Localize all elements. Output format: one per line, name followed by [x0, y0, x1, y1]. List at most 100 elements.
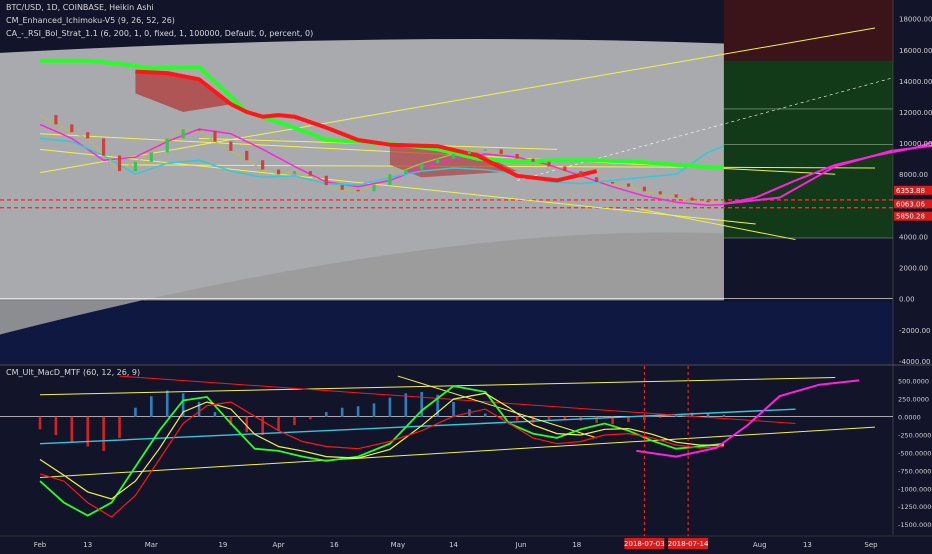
- price-candle: [117, 155, 122, 172]
- macd-histogram-bar: [340, 407, 344, 417]
- price-label: 6353.88: [896, 187, 925, 195]
- time-tick-label: Feb: [34, 541, 47, 549]
- macd-histogram-bar: [118, 416, 121, 438]
- price-candle: [690, 197, 694, 201]
- price-candle: [292, 171, 297, 175]
- symbol-title: BTC/USD, 1D, COINBASE, Heikin Ashi: [6, 3, 154, 12]
- price-candle: [133, 161, 138, 172]
- price-candle: [674, 194, 678, 198]
- macd-histogram-bar: [658, 416, 662, 418]
- time-tick-label: 13: [803, 541, 812, 549]
- price-candle: [515, 154, 519, 159]
- price-candle: [642, 186, 646, 192]
- time-tick-label: Apr: [273, 541, 285, 549]
- price-candle: [86, 132, 90, 139]
- price-candle: [467, 150, 472, 154]
- price-candle: [388, 174, 392, 186]
- price-candle: [308, 171, 312, 176]
- price-candle: [356, 189, 360, 192]
- macd-histogram-bar: [595, 416, 598, 423]
- price-candle: [483, 149, 487, 151]
- price-candle: [181, 129, 185, 139]
- price-candle: [531, 158, 535, 162]
- price-label: 5850.28: [896, 213, 925, 221]
- macd-histogram-bar: [54, 416, 58, 436]
- macd-histogram-bar: [293, 416, 296, 425]
- macd-histogram-bar: [150, 396, 153, 417]
- price-candle: [324, 175, 328, 186]
- macd-tick-label: -1250.0000: [898, 503, 932, 511]
- price-candle: [436, 158, 440, 164]
- macd-histogram-bar: [213, 412, 217, 417]
- price-candle: [165, 138, 169, 153]
- price-candle: [451, 154, 456, 159]
- macd-tick-label: 0.0000: [898, 413, 921, 421]
- price-candle: [245, 150, 249, 161]
- time-tick-label: Aug: [753, 541, 767, 549]
- macd-histogram-bar: [356, 406, 360, 417]
- macd-histogram-bar: [706, 413, 710, 417]
- price-candle: [658, 191, 662, 195]
- price-label: 6063.06: [896, 200, 925, 208]
- price-candle: [595, 177, 599, 182]
- price-tick-label: 4000.00: [899, 233, 928, 241]
- macd-histogram-bar: [38, 416, 42, 430]
- price-tick-label: 12000.00: [899, 109, 932, 117]
- time-tick-label: 16: [330, 541, 339, 549]
- price-candle: [404, 169, 408, 175]
- macd-tick-label: 500.0000: [898, 377, 929, 385]
- time-tick-label: Mar: [145, 541, 158, 549]
- macd-histogram-bar: [563, 416, 567, 420]
- macd-histogram-bar: [261, 416, 264, 436]
- price-candle: [340, 185, 344, 190]
- time-tick-label: May: [391, 541, 405, 549]
- price-candle: [579, 171, 583, 178]
- price-candle: [54, 115, 58, 125]
- macd-tick-label: -750.0000: [898, 467, 931, 475]
- date-marker-label: 2018-07-14: [668, 540, 709, 548]
- chart-svg: 18000.00 16000.00 14000.00 12000.00 10000.00…: [0, 0, 932, 550]
- price-tick-label: -2000.00: [899, 327, 930, 335]
- chart-stage: 18000.00 16000.00 14000.00 12000.00 10000.00…: [0, 0, 932, 550]
- price-candle: [420, 163, 424, 170]
- time-tick-label: Jun: [515, 541, 527, 549]
- macd-histogram-bar: [102, 416, 105, 451]
- macd-histogram-bar: [70, 416, 74, 442]
- time-tick-label: Sep: [864, 541, 878, 549]
- price-tick-label: 2000.00: [899, 265, 928, 273]
- macd-histogram-bar: [324, 412, 328, 417]
- price-candle: [229, 141, 233, 151]
- macd-histogram-bar: [547, 416, 551, 420]
- price-candle: [372, 185, 376, 192]
- macd-tick-label: -500.0000: [898, 449, 931, 457]
- volume-zone: [0, 301, 893, 364]
- macd-tick-label: -1000.0000: [898, 485, 932, 493]
- price-tick-label: 14000.00: [899, 78, 932, 86]
- macd-histogram-bar: [404, 393, 408, 417]
- macd-histogram-bar: [484, 413, 487, 417]
- macd-histogram-bar: [515, 416, 519, 421]
- price-candle: [70, 124, 74, 133]
- macd-tick-label: 250.0000: [898, 395, 929, 403]
- rsi-strategy-label: CA_-_RSI_Bol_Strat_1.1 (6, 200, 1, 0, fi…: [6, 29, 314, 38]
- price-candle: [261, 160, 265, 170]
- upper-zone: [723, 0, 893, 61]
- price-candle: [499, 149, 503, 154]
- macd-histogram-bar: [197, 401, 201, 417]
- price-candle: [149, 152, 153, 162]
- price-candle: [563, 166, 567, 172]
- price-tick-label: 16000.00: [899, 47, 932, 55]
- price-candle: [213, 130, 217, 142]
- time-tick-label: 14: [449, 541, 458, 549]
- macd-histogram-bar: [372, 403, 376, 417]
- price-tick-label: 18000.00: [899, 16, 932, 24]
- ichimoku-indicator-label: CM_Enhanced_Ichimoku-V5 (9, 26, 52, 26): [6, 16, 175, 25]
- macd-histogram-bar: [722, 414, 726, 417]
- macd-histogram-bar: [277, 416, 280, 431]
- target-zone: [723, 60, 893, 238]
- price-candle: [626, 183, 631, 187]
- macd-tick-label: -250.0000: [898, 431, 931, 439]
- macd-histogram-bar: [388, 397, 392, 417]
- price-tick-label: 0.00: [899, 296, 915, 304]
- macd-indicator-label: CM_Ult_MacD_MTF (60, 12, 26, 9): [6, 368, 141, 377]
